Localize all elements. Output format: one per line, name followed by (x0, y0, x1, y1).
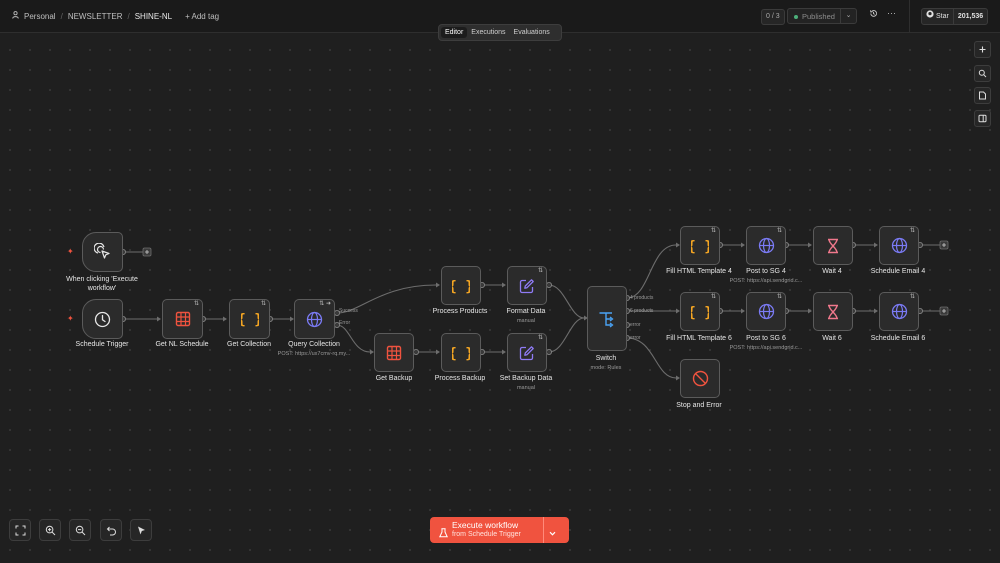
zoom-out-icon (75, 525, 85, 535)
trigger-bolt-icon: ✦ (67, 247, 74, 256)
globe-icon (758, 303, 775, 320)
node-schedule-trigger[interactable] (82, 299, 123, 339)
wand-icon (137, 526, 145, 534)
hourglass-icon (826, 304, 840, 320)
output-label-6-products: 6 products (630, 308, 654, 314)
pin-icon: ⇅ (193, 301, 199, 307)
edit-icon (519, 345, 535, 361)
node-sublabel: POST: https://api.sendgrid.c... (729, 278, 803, 284)
switch-icon (598, 310, 616, 328)
braces-icon: { } (452, 278, 470, 294)
output-label-error: error (630, 335, 641, 341)
node-label: Set Backup Data (499, 375, 553, 382)
globe-icon (306, 311, 323, 328)
node-set-backup-data[interactable]: ⇅ (507, 333, 547, 372)
node-sublabel: manual (516, 318, 536, 324)
svg-text:{ }: { } (691, 239, 709, 254)
pin-icon: ⇅ (710, 294, 716, 300)
connections-layer (120, 240, 949, 381)
undo-icon (106, 526, 116, 535)
pin-icon: ⇅ ➜ (319, 301, 331, 307)
node-format-data[interactable]: ⇅ (507, 266, 547, 305)
svg-text:{ }: { } (241, 312, 259, 327)
pin-icon: ⇅ (776, 294, 782, 300)
zoom-in-icon (45, 525, 55, 535)
pin-icon: ⇅ (909, 294, 915, 300)
svg-text:{ }: { } (452, 279, 470, 294)
node-label: When clicking 'Execute workflow' (66, 276, 138, 292)
node-sublabel: POST: https://ux7cmv-rq.my... (277, 351, 351, 357)
braces-icon: { } (691, 304, 709, 320)
hourglass-icon (826, 238, 840, 254)
node-get-collection[interactable]: ⇅ { } (229, 299, 270, 339)
ban-icon (692, 370, 709, 387)
node-wait-4[interactable] (813, 226, 853, 265)
node-fill-html-template-6[interactable]: ⇅ { } (680, 292, 720, 331)
divider (543, 517, 544, 543)
output-label-success: Success (339, 308, 358, 314)
node-get-backup[interactable] (374, 333, 414, 372)
trigger-bolt-icon: ✦ (67, 314, 74, 323)
clock-icon (94, 311, 111, 328)
globe-icon (758, 237, 775, 254)
node-label: Schedule Email 6 (870, 335, 926, 342)
node-label: Stop and Error (676, 402, 722, 409)
chevron-down-icon[interactable] (548, 525, 557, 543)
node-label: Query Collection (288, 341, 340, 348)
zoom-out-button[interactable] (69, 519, 91, 541)
node-label: Switch (595, 355, 617, 362)
pin-icon: ⇅ (710, 228, 716, 234)
edit-icon (519, 278, 535, 294)
pointer-click-icon (93, 243, 112, 261)
pin-icon: ⇅ (260, 301, 266, 307)
node-wait-6[interactable] (813, 292, 853, 331)
node-stop-and-error[interactable] (680, 359, 720, 398)
node-schedule-email-4[interactable]: ⇅ (879, 226, 919, 265)
tidy-up-button[interactable] (130, 519, 152, 541)
node-label: Format Data (506, 308, 546, 315)
svg-text:{ }: { } (452, 346, 470, 361)
output-label-error: error (630, 322, 641, 328)
node-post-to-sg-6[interactable]: ⇅ (746, 292, 786, 331)
node-manual-trigger[interactable] (82, 232, 123, 272)
node-fill-html-template-4[interactable]: ⇅ { } (680, 226, 720, 265)
globe-icon (891, 303, 908, 320)
pin-icon: ⇅ (537, 268, 543, 274)
pin-icon: ⇅ (909, 228, 915, 234)
braces-icon: { } (452, 345, 470, 361)
table-icon (175, 311, 191, 327)
node-sublabel: mode: Rules (590, 365, 622, 371)
braces-icon: { } (691, 238, 709, 254)
node-label: Schedule Email 4 (870, 268, 926, 275)
output-label-error: Error (339, 320, 351, 326)
node-label: Schedule Trigger (75, 341, 129, 348)
flask-icon (439, 525, 448, 543)
fit-view-button[interactable] (9, 519, 31, 541)
execute-workflow-sublabel: from Schedule Trigger (452, 531, 521, 538)
node-query-collection[interactable]: ⇅ ➜ (294, 299, 335, 339)
execute-workflow-button[interactable]: Execute workflow from Schedule Trigger (430, 517, 569, 543)
table-icon (386, 345, 402, 361)
undo-button[interactable] (100, 519, 122, 541)
braces-icon: { } (241, 311, 259, 327)
node-schedule-email-6[interactable]: ⇅ (879, 292, 919, 331)
node-sublabel: manual (516, 385, 536, 391)
node-post-to-sg-4[interactable]: ⇅ (746, 226, 786, 265)
output-label-4-products: 4 products (630, 295, 654, 301)
node-process-products[interactable]: { } (441, 266, 481, 305)
svg-text:{ }: { } (691, 305, 709, 320)
node-switch[interactable] (587, 286, 627, 351)
node-sublabel: POST: https://api.sendgrid.c... (729, 345, 803, 351)
pin-icon: ⇅ (537, 335, 543, 341)
execute-workflow-label: Execute workflow (452, 520, 519, 530)
globe-icon (891, 237, 908, 254)
node-process-backup[interactable]: { } (441, 333, 481, 372)
zoom-in-button[interactable] (39, 519, 61, 541)
node-get-nl-schedule[interactable]: ⇅ (162, 299, 203, 339)
fit-view-icon (15, 525, 25, 535)
pin-icon: ⇅ (776, 228, 782, 234)
